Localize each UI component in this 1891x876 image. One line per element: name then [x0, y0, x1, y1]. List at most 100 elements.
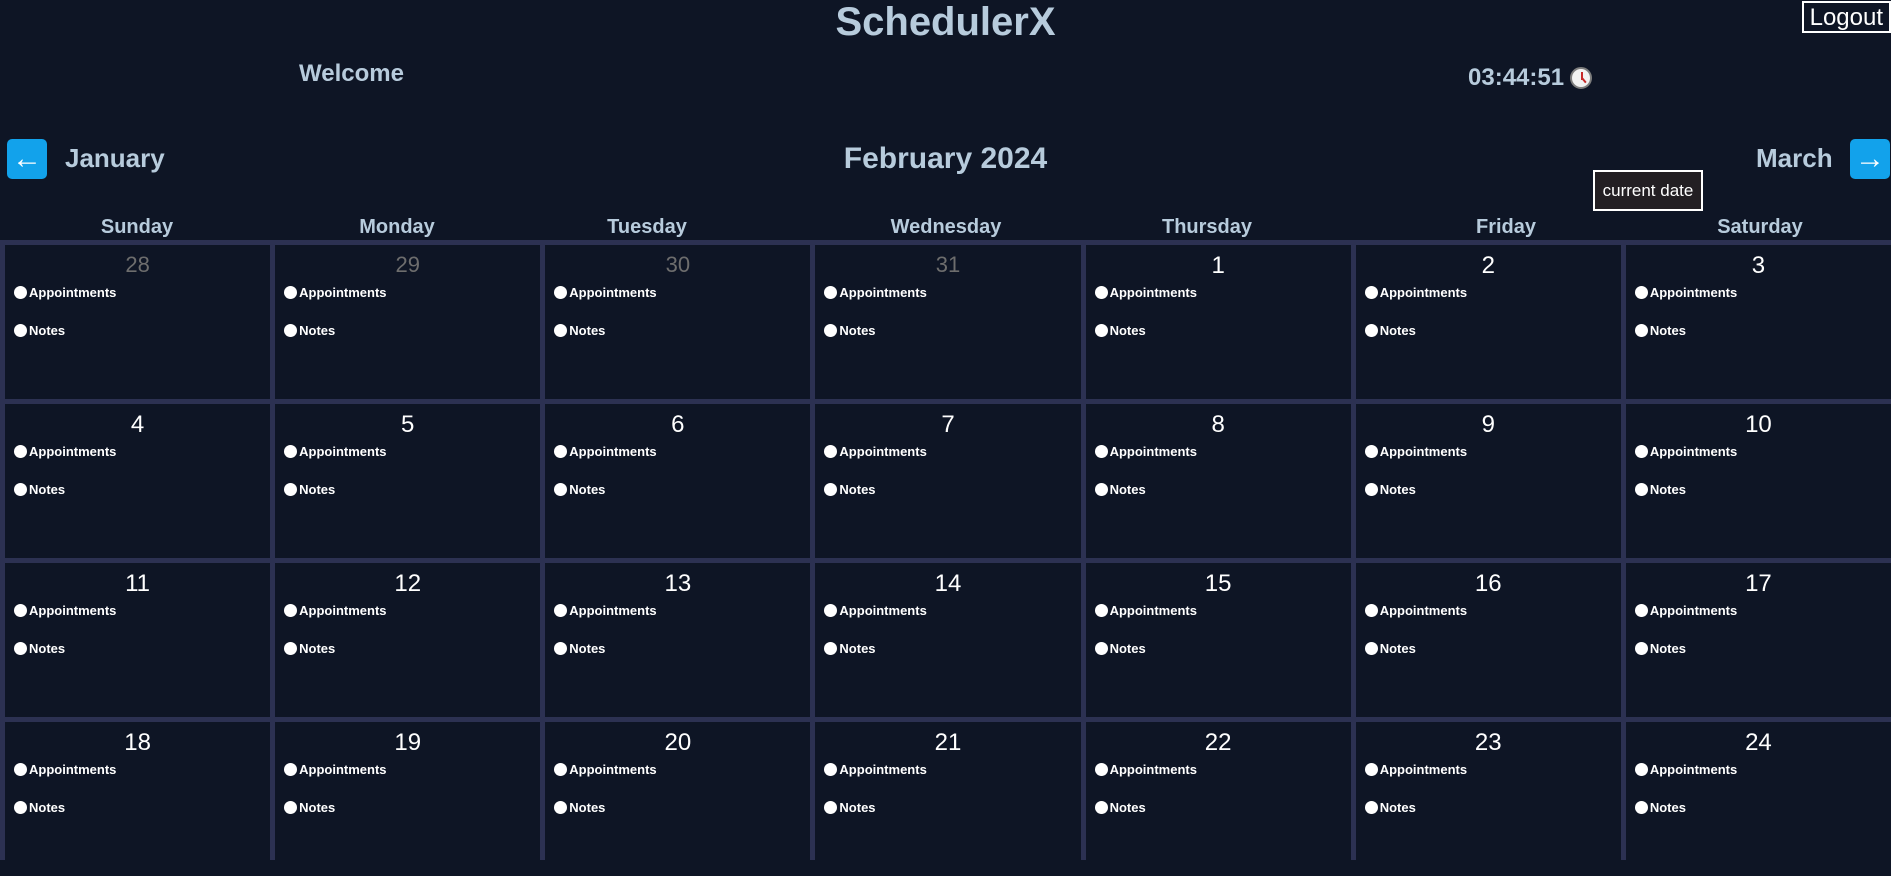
appointments-item[interactable]: Appointments — [1634, 444, 1737, 459]
appointments-radio-icon[interactable] — [284, 445, 298, 458]
notes-radio-icon[interactable] — [824, 483, 838, 496]
day-cell[interactable]: 7 Appointments Notes — [815, 404, 1081, 558]
appointments-radio-icon[interactable] — [1634, 445, 1648, 458]
notes-radio-icon[interactable] — [284, 801, 298, 814]
appointments-item[interactable]: Appointments — [1364, 285, 1467, 300]
day-cell[interactable]: 13 Appointments Notes — [545, 563, 811, 717]
notes-item[interactable]: Notes — [1364, 323, 1416, 338]
notes-item[interactable]: Notes — [554, 482, 605, 497]
appointments-radio-icon[interactable] — [1634, 286, 1648, 299]
appointments-item[interactable]: Appointments — [1634, 603, 1737, 618]
notes-item[interactable]: Notes — [824, 800, 876, 815]
notes-radio-icon[interactable] — [824, 801, 838, 814]
appointments-item[interactable]: Appointments — [284, 762, 387, 777]
notes-radio-icon[interactable] — [1094, 801, 1108, 814]
notes-item[interactable]: Notes — [14, 800, 65, 815]
notes-radio-icon[interactable] — [1364, 483, 1378, 496]
appointments-item[interactable]: Appointments — [1094, 285, 1197, 300]
day-cell[interactable]: 31 Appointments Notes — [815, 245, 1081, 399]
notes-radio-icon[interactable] — [1364, 801, 1378, 814]
notes-item[interactable]: Notes — [1634, 323, 1686, 338]
appointments-item[interactable]: Appointments — [1094, 762, 1197, 777]
notes-radio-icon[interactable] — [1364, 642, 1378, 655]
notes-item[interactable]: Notes — [14, 323, 65, 338]
appointments-radio-icon[interactable] — [284, 763, 298, 776]
notes-radio-icon[interactable] — [1634, 483, 1648, 496]
notes-item[interactable]: Notes — [284, 323, 335, 338]
appointments-item[interactable]: Appointments — [14, 444, 116, 459]
day-cell[interactable]: 24 Appointments Notes — [1625, 722, 1891, 876]
notes-radio-icon[interactable] — [284, 483, 298, 496]
notes-radio-icon[interactable] — [14, 801, 27, 814]
day-cell[interactable]: 23 Appointments Notes — [1355, 722, 1621, 876]
appointments-item[interactable]: Appointments — [824, 603, 927, 618]
appointments-item[interactable]: Appointments — [1634, 285, 1737, 300]
appointments-item[interactable]: Appointments — [554, 285, 657, 300]
day-cell[interactable]: 8 Appointments Notes — [1085, 404, 1351, 558]
notes-item[interactable]: Notes — [554, 323, 605, 338]
notes-item[interactable]: Notes — [824, 641, 876, 656]
appointments-radio-icon[interactable] — [554, 286, 568, 299]
next-month-label[interactable]: March — [1756, 143, 1833, 174]
appointments-item[interactable]: Appointments — [14, 762, 116, 777]
day-cell[interactable]: 10 Appointments Notes — [1625, 404, 1891, 558]
day-cell[interactable]: 30 Appointments Notes — [545, 245, 811, 399]
notes-item[interactable]: Notes — [1094, 323, 1146, 338]
notes-item[interactable]: Notes — [1634, 641, 1686, 656]
appointments-radio-icon[interactable] — [284, 286, 298, 299]
day-cell[interactable]: 29 Appointments Notes — [275, 245, 541, 399]
day-cell[interactable]: 28 Appointments Notes — [5, 245, 271, 399]
appointments-radio-icon[interactable] — [554, 763, 568, 776]
notes-item[interactable]: Notes — [824, 482, 876, 497]
notes-radio-icon[interactable] — [554, 801, 568, 814]
notes-item[interactable]: Notes — [554, 800, 605, 815]
notes-item[interactable]: Notes — [14, 641, 65, 656]
appointments-radio-icon[interactable] — [1094, 763, 1108, 776]
appointments-radio-icon[interactable] — [1094, 286, 1108, 299]
notes-item[interactable]: Notes — [1634, 482, 1686, 497]
appointments-item[interactable]: Appointments — [824, 444, 927, 459]
day-cell[interactable]: 4 Appointments Notes — [5, 404, 271, 558]
appointments-item[interactable]: Appointments — [284, 285, 387, 300]
appointments-item[interactable]: Appointments — [1634, 762, 1737, 777]
notes-radio-icon[interactable] — [1094, 642, 1108, 655]
notes-radio-icon[interactable] — [824, 642, 838, 655]
notes-radio-icon[interactable] — [824, 324, 838, 337]
notes-radio-icon[interactable] — [14, 642, 27, 655]
appointments-radio-icon[interactable] — [1634, 604, 1648, 617]
notes-radio-icon[interactable] — [1634, 324, 1648, 337]
day-cell[interactable]: 15 Appointments Notes — [1085, 563, 1351, 717]
appointments-radio-icon[interactable] — [14, 445, 27, 458]
notes-item[interactable]: Notes — [1094, 800, 1146, 815]
notes-radio-icon[interactable] — [1364, 324, 1378, 337]
day-cell[interactable]: 5 Appointments Notes — [275, 404, 541, 558]
day-cell[interactable]: 3 Appointments Notes — [1625, 245, 1891, 399]
appointments-item[interactable]: Appointments — [1364, 762, 1467, 777]
appointments-item[interactable]: Appointments — [1364, 603, 1467, 618]
day-cell[interactable]: 1 Appointments Notes — [1085, 245, 1351, 399]
appointments-radio-icon[interactable] — [824, 445, 838, 458]
notes-item[interactable]: Notes — [1094, 641, 1146, 656]
day-cell[interactable]: 19 Appointments Notes — [275, 722, 541, 876]
appointments-item[interactable]: Appointments — [1094, 603, 1197, 618]
appointments-radio-icon[interactable] — [1364, 445, 1378, 458]
day-cell[interactable]: 21 Appointments Notes — [815, 722, 1081, 876]
notes-radio-icon[interactable] — [284, 642, 298, 655]
appointments-item[interactable]: Appointments — [824, 762, 927, 777]
notes-item[interactable]: Notes — [14, 482, 65, 497]
day-cell[interactable]: 9 Appointments Notes — [1355, 404, 1621, 558]
appointments-item[interactable]: Appointments — [554, 444, 657, 459]
appointments-item[interactable]: Appointments — [554, 603, 657, 618]
appointments-radio-icon[interactable] — [824, 604, 838, 617]
day-cell[interactable]: 2 Appointments Notes — [1355, 245, 1621, 399]
notes-item[interactable]: Notes — [1094, 482, 1146, 497]
day-cell[interactable]: 18 Appointments Notes — [5, 722, 271, 876]
notes-item[interactable]: Notes — [1364, 482, 1416, 497]
logout-button[interactable]: Logout — [1801, 1, 1891, 33]
day-cell[interactable]: 6 Appointments Notes — [545, 404, 811, 558]
day-cell[interactable]: 11 Appointments Notes — [5, 563, 271, 717]
appointments-item[interactable]: Appointments — [1094, 444, 1197, 459]
appointments-item[interactable]: Appointments — [1364, 444, 1467, 459]
notes-radio-icon[interactable] — [1634, 801, 1648, 814]
appointments-radio-icon[interactable] — [284, 604, 298, 617]
